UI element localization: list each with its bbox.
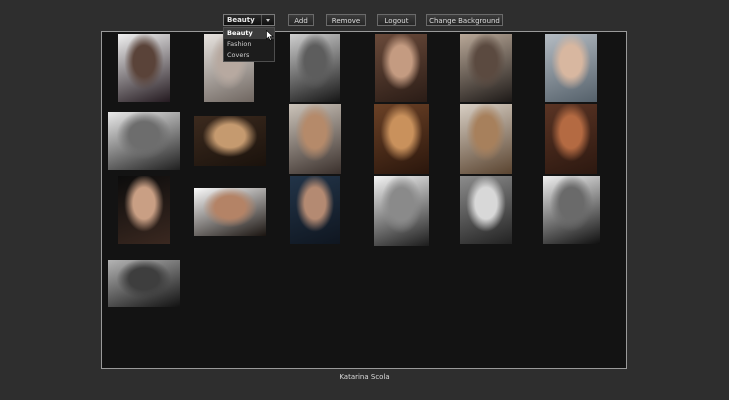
thumb-2-3[interactable] <box>289 104 341 174</box>
thumb-3-1[interactable] <box>118 176 170 244</box>
thumb-3-2[interactable] <box>194 188 266 236</box>
thumb-1-5[interactable] <box>460 34 512 102</box>
thumb-2-2[interactable] <box>194 116 266 166</box>
thumb-2-4[interactable] <box>374 104 429 174</box>
thumb-2-6[interactable] <box>545 104 597 174</box>
thumb-1-3[interactable] <box>290 34 340 102</box>
toolbar: Beauty Add Remove Logout Change Backgrou… <box>0 0 729 28</box>
thumb-2-5[interactable] <box>460 104 512 174</box>
add-button[interactable]: Add <box>288 14 314 26</box>
photo-gallery <box>101 31 627 369</box>
thumb-3-4[interactable] <box>374 176 429 246</box>
chevron-down-icon <box>261 15 274 25</box>
thumb-3-3[interactable] <box>290 176 340 244</box>
remove-button[interactable]: Remove <box>326 14 366 26</box>
logout-button[interactable]: Logout <box>377 14 416 26</box>
thumb-2-1[interactable] <box>108 112 180 170</box>
category-select-value: Beauty <box>227 16 255 24</box>
thumb-4-1[interactable] <box>108 260 180 307</box>
gallery-caption: Katarina Scola <box>339 373 390 381</box>
thumb-1-1[interactable] <box>118 34 170 102</box>
thumb-1-6[interactable] <box>545 34 597 102</box>
change-background-button[interactable]: Change Background <box>426 14 503 26</box>
thumb-3-6[interactable] <box>543 176 600 244</box>
dropdown-option-covers[interactable]: Covers <box>224 50 274 61</box>
mouse-pointer-icon <box>266 30 274 41</box>
thumb-3-5[interactable] <box>460 176 512 244</box>
category-select[interactable]: Beauty <box>223 14 275 26</box>
thumb-1-4[interactable] <box>375 34 427 102</box>
